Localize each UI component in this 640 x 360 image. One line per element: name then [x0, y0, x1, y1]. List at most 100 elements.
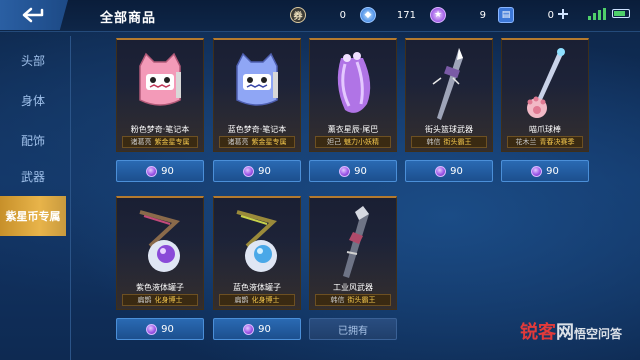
page-title: 全部商品 — [100, 11, 157, 26]
skin-tag: 紫金星专属 — [251, 138, 287, 146]
product-name: 街头篮球武器 — [425, 125, 473, 134]
back-button[interactable] — [0, 0, 68, 30]
product-card[interactable]: 粉色梦奇·笔记本 诸葛亮 紫金星专属 90 — [116, 38, 204, 188]
product-card[interactable]: 紫色液体罐子 扁鹊 化身博士 90 — [116, 196, 204, 346]
sidebar-item-accessory[interactable]: 配饰 — [0, 120, 66, 160]
sidebar-item-weapon[interactable]: 武器 — [0, 156, 66, 196]
watermark-red-text: 锐客 — [520, 322, 556, 343]
pink-notebook-icon — [139, 52, 181, 106]
product-hero-tag: 扁鹊 化身博士 — [219, 294, 295, 306]
purple-star-coin-icon: ★ — [430, 7, 446, 23]
hero-name: 扁鹊 — [234, 296, 249, 304]
currency-value: 9 — [479, 9, 486, 21]
skin-tag: 街头霸王 — [347, 296, 376, 304]
buy-button[interactable]: 90 — [213, 318, 301, 340]
cat-paw-bat-icon — [527, 48, 565, 118]
price-value: 90 — [258, 323, 271, 335]
product-card[interactable]: 蓝色液体罐子 扁鹊 化身博士 90 — [213, 196, 301, 346]
hero-name: 诸葛亮 — [227, 138, 249, 146]
product-hero-tag: 花木兰 青春决赛季 — [507, 136, 583, 148]
product-name: 蓝色液体罐子 — [233, 283, 281, 292]
purple-star-coin-icon — [146, 165, 158, 177]
owned-status: 已拥有 — [309, 318, 397, 340]
product-hero-tag: 扁鹊 化身博士 — [122, 294, 198, 306]
diamond-icon: ◆ — [360, 7, 376, 23]
buy-button[interactable]: 90 — [116, 160, 204, 182]
blue-notebook-icon — [236, 52, 278, 106]
buy-button[interactable]: 90 — [405, 160, 493, 182]
back-arrow-icon — [22, 7, 44, 23]
hero-name: 妲己 — [327, 138, 341, 146]
skin-tag: 化身博士 — [154, 296, 183, 304]
product-hero-tag: 韩信 街头霸王 — [315, 294, 391, 306]
hero-name: 韩信 — [426, 138, 441, 146]
purple-star-coin-icon — [243, 165, 255, 177]
owned-label: 已拥有 — [338, 325, 368, 337]
sidebar-item-body[interactable]: 身体 — [0, 80, 66, 120]
currency-purple-star: ★ 9 — [430, 7, 486, 23]
buy-button[interactable]: 90 — [116, 318, 204, 340]
currency-value: 0 — [547, 9, 554, 21]
product-card[interactable]: 蓝色梦奇·笔记本 诸葛亮 紫金星专属 90 — [213, 38, 301, 188]
product-card[interactable]: 街头篮球武器 韩信 街头霸王 90 — [405, 38, 493, 188]
battery-icon — [612, 9, 630, 18]
skin-tag: 紫金星专属 — [154, 138, 190, 146]
skin-tag: 化身博士 — [251, 296, 280, 304]
skin-tag: 街头霸王 — [443, 138, 472, 146]
signal-icon — [588, 8, 606, 20]
lavender-tail-icon — [337, 52, 371, 113]
hero-name: 花木兰 — [515, 138, 537, 146]
price-value: 90 — [161, 323, 174, 335]
skin-tag: 青春决赛季 — [539, 138, 575, 146]
industrial-spear-icon — [343, 206, 369, 278]
product-name: 喵爪球棒 — [529, 125, 561, 134]
currency-value: 171 — [396, 9, 416, 21]
buy-button[interactable]: 90 — [309, 160, 397, 182]
purple-star-coin-icon — [435, 165, 447, 177]
top-bar: 全部商品 券 0 ◆ 171 ★ 9 ▤ 0 — [0, 0, 640, 32]
buy-button[interactable]: 90 — [213, 160, 301, 182]
blue-jar-icon — [236, 210, 277, 272]
product-name: 蓝色梦奇·笔记本 — [227, 125, 287, 134]
watermark: 锐客网悟空问答 — [520, 318, 622, 344]
currency-diamond: ◆ 171 — [360, 7, 416, 23]
street-spear-icon — [432, 48, 463, 120]
skin-tag: 魅力小妖精 — [344, 138, 379, 146]
product-hero-tag: 韩信 街头霸王 — [411, 136, 487, 148]
add-currency-plus-icon[interactable] — [558, 9, 568, 19]
purple-star-coin-icon — [531, 165, 543, 177]
product-name: 紫色液体罐子 — [136, 283, 184, 292]
product-card[interactable]: 工业风武器 韩信 街头霸王 已拥有 — [309, 196, 397, 346]
product-card[interactable]: 喵爪球棒 花木兰 青春决赛季 90 — [501, 38, 589, 188]
hero-name: 扁鹊 — [137, 296, 152, 304]
buy-button[interactable]: 90 — [501, 160, 589, 182]
purple-star-coin-icon — [243, 323, 255, 335]
sidebar-divider — [70, 36, 71, 360]
product-name: 工业风武器 — [333, 283, 373, 292]
currency-value: 0 — [339, 9, 346, 21]
watermark-suffix: 悟空问答 — [574, 327, 623, 341]
product-name: 薰衣星辰·尾巴 — [327, 125, 379, 134]
product-hero-tag: 诸葛亮 紫金星专属 — [122, 136, 198, 148]
price-value: 90 — [546, 165, 559, 177]
voucher-icon: ▤ — [498, 7, 514, 23]
currency-coupon: 券 0 — [290, 7, 346, 23]
product-hero-tag: 诸葛亮 紫金星专属 — [219, 136, 295, 148]
hero-name: 韩信 — [330, 296, 345, 304]
watermark-text: 网 — [556, 322, 574, 343]
price-value: 90 — [450, 165, 463, 177]
price-value: 90 — [354, 165, 367, 177]
hero-name: 诸葛亮 — [130, 138, 152, 146]
product-hero-tag: 妲己 魅力小妖精 — [315, 136, 391, 148]
category-sidebar: 头部 身体 配饰 武器 紫星币专属 — [0, 36, 66, 360]
price-value: 90 — [161, 165, 174, 177]
sidebar-item-head[interactable]: 头部 — [0, 40, 66, 80]
purple-jar-icon — [139, 210, 180, 272]
sidebar-item-purple-star-exclusive[interactable]: 紫星币专属 — [0, 196, 66, 236]
ticket-icon: 券 — [290, 7, 306, 23]
purple-star-coin-icon — [339, 165, 351, 177]
purple-star-coin-icon — [146, 323, 158, 335]
price-value: 90 — [258, 165, 271, 177]
product-card[interactable]: 薰衣星辰·尾巴 妲己 魅力小妖精 90 — [309, 38, 397, 188]
currency-voucher: ▤ 0 — [498, 7, 554, 23]
